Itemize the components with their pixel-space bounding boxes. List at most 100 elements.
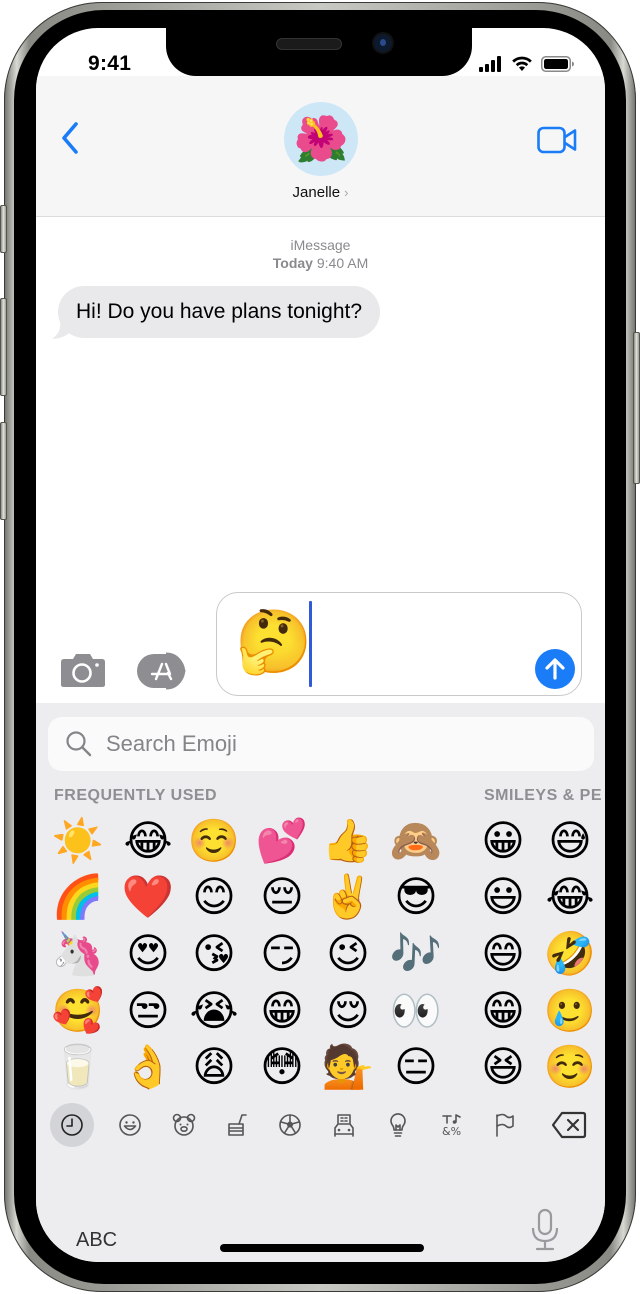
search-icon	[66, 731, 92, 757]
abc-keyboard-button[interactable]: ABC	[76, 1229, 117, 1252]
flag-icon	[496, 1113, 514, 1137]
side-power-button	[633, 332, 640, 484]
emoji-key[interactable]: 😎	[384, 869, 448, 925]
burger-icon	[228, 1114, 247, 1136]
app-drawer-button[interactable]	[136, 652, 194, 690]
hibiscus-avatar-icon: 🌺	[293, 115, 349, 164]
front-camera	[374, 34, 392, 52]
emoji-key[interactable]: 😆	[471, 1039, 535, 1095]
back-button[interactable]	[56, 118, 86, 158]
emoji-key[interactable]: 😄	[471, 926, 535, 982]
emoji-key[interactable]: 🥲	[538, 983, 602, 1039]
status-icons	[479, 56, 575, 72]
emoji-key[interactable]: 👍	[316, 813, 380, 869]
silent-switch	[0, 205, 7, 253]
message-metadata: iMessage Today 9:40 AM	[36, 236, 605, 272]
volume-up-button	[0, 298, 7, 396]
emoji-key[interactable]: 👌	[116, 1039, 180, 1095]
cellular-signal-icon	[479, 56, 501, 72]
emoji-key[interactable]: 😳	[250, 1039, 314, 1095]
category-tab-animals-nature[interactable]	[162, 1103, 206, 1147]
wifi-icon	[512, 56, 532, 71]
svg-text:&%: &%	[442, 1125, 461, 1138]
facetime-video-button[interactable]	[537, 126, 577, 154]
timestamp-day: Today	[272, 255, 313, 271]
emoji-key[interactable]: 😍	[116, 926, 180, 982]
emoji-key[interactable]: 🥰	[46, 983, 110, 1039]
contact-name-button[interactable]: Janelle ›	[36, 184, 605, 201]
emoji-key[interactable]: 💁	[316, 1039, 380, 1095]
lightbulb-icon	[390, 1113, 406, 1137]
emoji-key[interactable]: 👀	[384, 983, 448, 1039]
symbols-icon: &%	[442, 1114, 461, 1138]
arrow-up-icon	[545, 658, 565, 680]
emoji-key[interactable]: 😂	[116, 813, 180, 869]
section-label-smileys-people: SMILEYS & PE	[484, 787, 603, 804]
search-placeholder: Search Emoji	[106, 731, 237, 756]
section-label-frequently-used: FREQUENTLY USED	[54, 787, 218, 804]
contact-name: Janelle	[292, 184, 341, 201]
emoji-key[interactable]: 🤣	[538, 926, 602, 982]
emoji-key[interactable]: 😃	[471, 869, 535, 925]
message-input[interactable]: 🤔	[216, 592, 582, 696]
emoji-key[interactable]: ☺️	[182, 813, 246, 869]
emoji-key[interactable]: 😒	[116, 983, 180, 1039]
emoji-key[interactable]: 🥛	[46, 1039, 110, 1095]
chevron-right-icon: ›	[344, 185, 349, 200]
timestamp-time: 9:40 AM	[316, 255, 369, 271]
emoji-key[interactable]: 😅	[538, 813, 602, 869]
message-timestamp: Today 9:40 AM	[36, 254, 605, 272]
bear-icon	[172, 1113, 196, 1136]
send-button[interactable]	[535, 649, 575, 689]
emoji-key[interactable]: 🌈	[46, 869, 110, 925]
category-tab-smileys-people[interactable]	[108, 1103, 152, 1147]
delete-backspace-icon	[551, 1111, 587, 1139]
emoji-key[interactable]: 😘	[182, 926, 246, 982]
home-indicator[interactable]	[220, 1244, 424, 1252]
emoji-key[interactable]: ☺️	[538, 1039, 602, 1095]
emoji-key[interactable]: 🦄	[46, 926, 110, 982]
emoji-key[interactable]: 💕	[250, 813, 314, 869]
emoji-key[interactable]: 😁	[250, 983, 314, 1039]
emoji-grid: ☀️ 🌈 🦄 🥰 🥛 😂 ❤️ 😍 😒 👌 ☺️ 😊 😘 😭 😩 💕 😔 😏 😁 😳 👍 ✌️ 😉 😌 💁 🙈 😎 🎶 👀 😑 😀 😃 😄 😁 😆 😅…	[36, 813, 605, 1095]
emoji-key[interactable]: ✌️	[316, 869, 380, 925]
chevron-left-icon	[62, 122, 78, 154]
emoji-key[interactable]: 😑	[384, 1039, 448, 1095]
category-tab-objects[interactable]	[376, 1103, 420, 1147]
emoji-key[interactable]: 😌	[316, 983, 380, 1039]
emoji-key[interactable]: 😭	[182, 983, 246, 1039]
incoming-message-bubble[interactable]: Hi! Do you have plans tonight?	[58, 286, 381, 338]
clock-icon	[61, 1114, 83, 1136]
delete-button[interactable]	[551, 1111, 587, 1139]
emoji-key[interactable]: 😂	[538, 869, 602, 925]
category-bar: &%	[36, 1101, 605, 1151]
emoji-key[interactable]: 😀	[471, 813, 535, 869]
emoji-key[interactable]: 😏	[250, 926, 314, 982]
emoji-key[interactable]: 🙈	[384, 813, 448, 869]
category-tab-activity[interactable]	[268, 1103, 312, 1147]
emoji-key[interactable]: 🎶	[384, 926, 448, 982]
smiley-icon	[119, 1114, 141, 1136]
emoji-key[interactable]: ☀️	[46, 813, 110, 869]
dictation-button[interactable]	[529, 1208, 561, 1252]
category-tab-symbols[interactable]: &%	[430, 1103, 474, 1147]
emoji-keyboard: Search Emoji FREQUENTLY USED SMILEYS & P…	[36, 703, 605, 1262]
notch	[166, 28, 472, 76]
message-text: Hi! Do you have plans tonight?	[76, 300, 363, 323]
emoji-key[interactable]: 😩	[182, 1039, 246, 1095]
category-tab-travel-places[interactable]	[322, 1103, 366, 1147]
emoji-key[interactable]: ❤️	[116, 869, 180, 925]
category-tab-flags[interactable]	[482, 1103, 526, 1147]
emoji-key[interactable]: 😔	[250, 869, 314, 925]
emoji-key[interactable]: 😊	[182, 869, 246, 925]
category-tab-food-drink[interactable]	[216, 1103, 260, 1147]
contact-avatar[interactable]: 🌺	[284, 102, 358, 176]
emoji-key[interactable]: 😁	[471, 983, 535, 1039]
text-caret	[309, 601, 312, 687]
camera-button[interactable]	[60, 652, 106, 688]
category-tab-recents[interactable]	[50, 1103, 94, 1147]
microphone-icon	[531, 1208, 559, 1251]
emoji-key[interactable]: 😉	[316, 926, 380, 982]
emoji-search-field[interactable]: Search Emoji	[48, 717, 594, 771]
camera-icon	[61, 654, 105, 687]
